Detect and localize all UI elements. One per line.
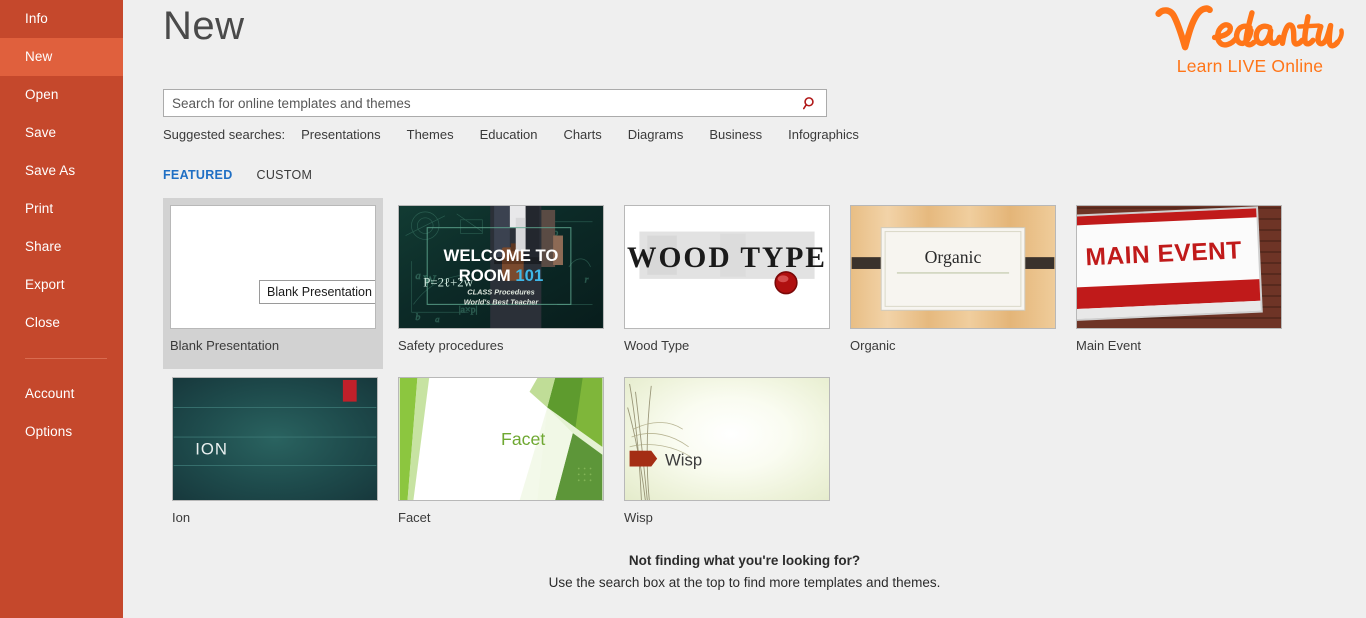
sidebar-item-save[interactable]: Save — [0, 114, 123, 152]
template-row: Blank Presentation Blank Presentation — [163, 198, 1366, 370]
sidebar-item-label: Save — [25, 125, 56, 140]
search-input[interactable] — [164, 90, 794, 116]
suggested-searches-label: Suggested searches: — [163, 127, 285, 142]
template-tile-facet[interactable]: Facet Facet — [398, 370, 618, 535]
template-caption: Facet — [398, 501, 618, 535]
vedantu-logo: Learn LIVE Online — [1142, 2, 1358, 90]
sidebar-divider — [25, 358, 107, 359]
suggested-link-infographics[interactable]: Infographics — [788, 127, 859, 142]
sidebar-item-info[interactable]: Info — [0, 0, 123, 38]
sidebar-item-label: Save As — [25, 163, 75, 178]
sidebar-item-share[interactable]: Share — [0, 228, 123, 266]
svg-text:CLASS Procedures: CLASS Procedures — [467, 288, 534, 297]
sidebar-item-label: Open — [25, 87, 58, 102]
template-tile-organic[interactable]: Organic Organic — [850, 198, 1070, 363]
svg-text:WOOD TYPE: WOOD TYPE — [627, 242, 827, 274]
powerpoint-backstage-new-screen: Info New Open Save Save As Print Share E… — [0, 0, 1366, 618]
search-icon — [803, 96, 818, 111]
template-caption: Main Event — [1076, 329, 1296, 363]
svg-text:Facet: Facet — [501, 429, 545, 449]
sidebar-item-open[interactable]: Open — [0, 76, 123, 114]
template-caption: Organic — [850, 329, 1070, 363]
template-thumbnail-wood-type: WOOD TYPE — [624, 205, 830, 329]
wood-type-slide-art: WOOD TYPE — [625, 206, 829, 328]
template-thumbnail-facet: Facet — [398, 377, 604, 501]
no-results-note: Not finding what you're looking for? Use… — [123, 553, 1366, 590]
safety-slide-art: a W b a |a×p| x r a×b — [399, 206, 603, 328]
sidebar-item-print[interactable]: Print — [0, 190, 123, 228]
suggested-link-diagrams[interactable]: Diagrams — [628, 127, 684, 142]
template-caption: Safety procedures — [398, 329, 618, 363]
sidebar-item-label: New — [25, 49, 52, 64]
svg-text:Wisp: Wisp — [665, 451, 702, 470]
suggested-searches: Suggested searches: Presentations Themes Ed… — [163, 127, 859, 142]
svg-text:a: a — [435, 314, 440, 324]
sidebar-item-close[interactable]: Close — [0, 304, 123, 342]
template-tile-main-event[interactable]: MAIN EVENT Main Event — [1076, 198, 1296, 363]
sidebar-item-label: Share — [25, 239, 62, 254]
template-grid: Blank Presentation Blank Presentation — [163, 198, 1366, 542]
sidebar-item-save-as[interactable]: Save As — [0, 152, 123, 190]
sidebar-item-label: Options — [25, 424, 72, 439]
facet-slide-art: Facet — [399, 378, 603, 500]
template-thumbnail-organic: Organic — [850, 205, 1056, 329]
suggested-link-education[interactable]: Education — [480, 127, 538, 142]
svg-text:P=2ℓ+2w: P=2ℓ+2w — [423, 276, 473, 290]
search-button[interactable] — [796, 91, 824, 115]
wisp-slide-art: Wisp — [625, 378, 829, 500]
backstage-sidebar: Info New Open Save Save As Print Share E… — [0, 0, 123, 618]
tab-featured[interactable]: FEATURED — [163, 168, 233, 182]
no-results-body: Use the search box at the top to find mo… — [123, 575, 1366, 590]
template-thumbnail-main-event: MAIN EVENT — [1076, 205, 1282, 329]
sidebar-item-label: Account — [25, 386, 74, 401]
template-tooltip: Blank Presentation — [259, 280, 376, 304]
template-tile-wood-type[interactable]: WOOD TYPE Wood Type — [624, 198, 844, 363]
tab-custom[interactable]: CUSTOM — [257, 168, 313, 182]
suggested-link-presentations[interactable]: Presentations — [301, 127, 381, 142]
template-tile-safety-procedures[interactable]: a W b a |a×p| x r a×b — [398, 198, 618, 363]
template-row: ION Ion — [163, 370, 1366, 542]
sidebar-item-label: Export — [25, 277, 65, 292]
template-caption: Wisp — [624, 501, 844, 535]
main-event-slide-art: MAIN EVENT — [1077, 206, 1281, 328]
svg-text:WELCOME TO: WELCOME TO — [444, 246, 559, 265]
template-caption: Wood Type — [624, 329, 844, 363]
template-tile-blank-presentation[interactable]: Blank Presentation Blank Presentation — [163, 198, 383, 369]
template-thumbnail-ion: ION — [172, 377, 378, 501]
organic-slide-art: Organic — [851, 206, 1055, 328]
template-caption: Blank Presentation — [163, 329, 383, 369]
sidebar-item-options[interactable]: Options — [0, 413, 123, 451]
template-thumbnail-wisp: Wisp — [624, 377, 830, 501]
page-title: New — [163, 4, 245, 49]
sidebar-item-label: Close — [25, 315, 60, 330]
backstage-main-pane: New — [123, 0, 1366, 618]
svg-text:a: a — [415, 270, 420, 282]
sidebar-item-account[interactable]: Account — [0, 375, 123, 413]
ion-slide-art: ION — [173, 378, 377, 500]
template-thumbnail-blank-presentation: Blank Presentation — [170, 205, 376, 329]
template-category-tabs: FEATURED CUSTOM — [163, 168, 336, 182]
sidebar-item-label: Info — [25, 11, 48, 26]
template-tile-ion[interactable]: ION Ion — [172, 370, 392, 535]
sidebar-item-export[interactable]: Export — [0, 266, 123, 304]
logo-tagline: Learn LIVE Online — [1142, 56, 1358, 77]
template-caption: Ion — [172, 501, 392, 535]
svg-text:ION: ION — [195, 440, 228, 459]
template-thumbnail-safety-procedures: a W b a |a×p| x r a×b — [398, 205, 604, 329]
search-box[interactable] — [163, 89, 827, 117]
sidebar-item-new[interactable]: New — [0, 38, 123, 76]
svg-text:b: b — [415, 312, 420, 323]
suggested-link-charts[interactable]: Charts — [563, 127, 601, 142]
svg-text:r: r — [585, 275, 589, 286]
svg-text:Organic: Organic — [925, 247, 982, 267]
svg-text:World's Best Teacher: World's Best Teacher — [464, 297, 540, 306]
vedantu-wordmark-icon — [1150, 2, 1350, 60]
template-tile-wisp[interactable]: Wisp Wisp — [624, 370, 844, 535]
no-results-heading: Not finding what you're looking for? — [123, 553, 1366, 568]
suggested-link-business[interactable]: Business — [709, 127, 762, 142]
sidebar-item-label: Print — [25, 201, 53, 216]
suggested-link-themes[interactable]: Themes — [407, 127, 454, 142]
